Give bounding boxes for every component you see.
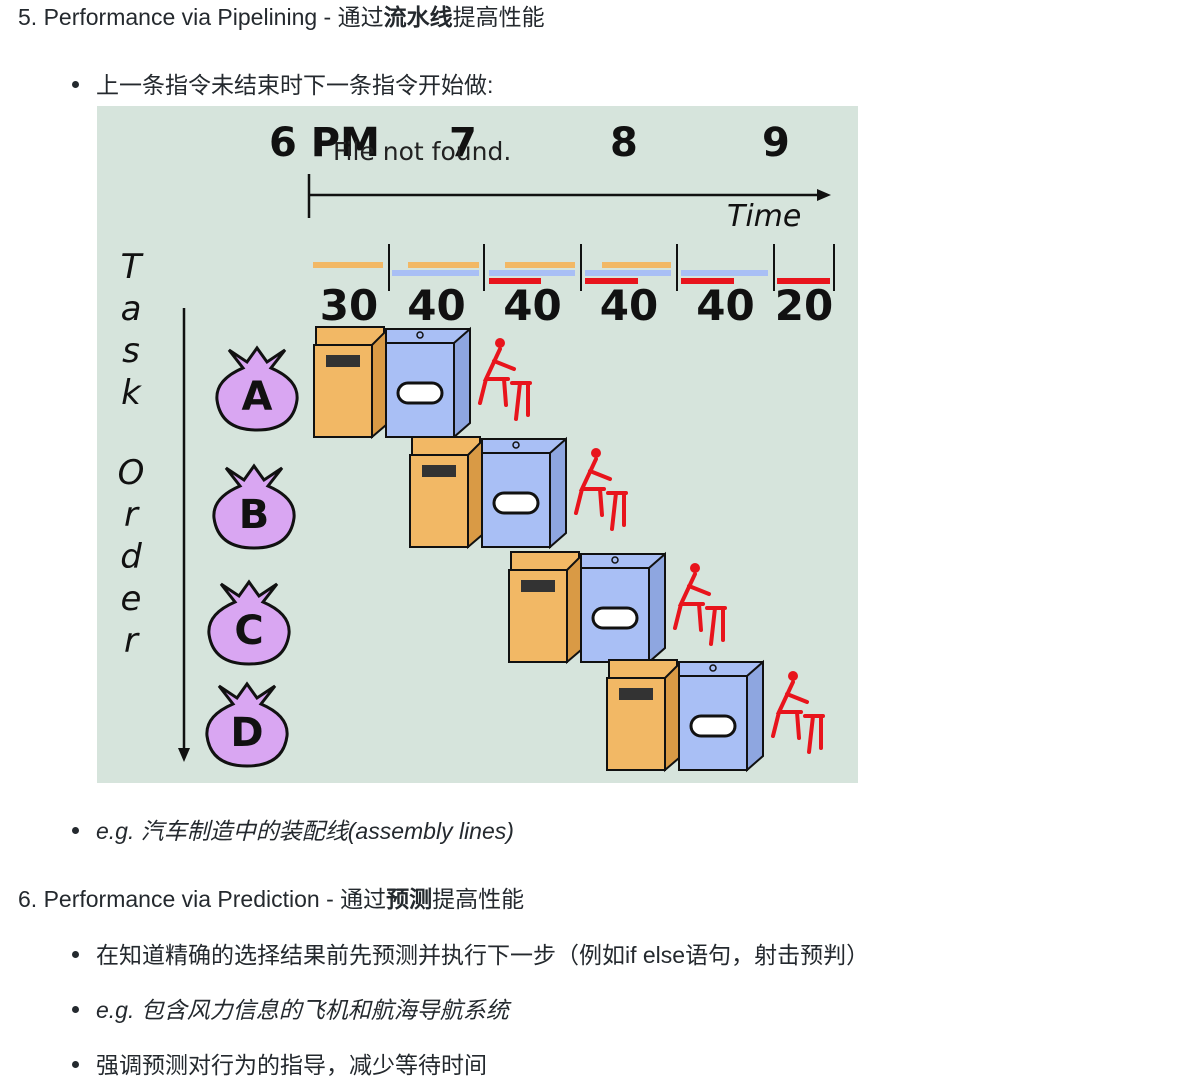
dryer-window [396,381,444,405]
section-5-title-suffix: 提高性能 [452,4,545,30]
section-6-title-bold: 预测 [386,886,433,912]
task-label-c: C [234,608,263,654]
pipelining-diagram: 30 40 40 40 40 20TaskOrderABCD 6 PM 7 8 9 Fil… [118,120,835,773]
section-5-bullet-1: 上一条指令未结束时下一条指令开始做: [72,69,493,101]
stage-duration-label: 30 [320,281,378,330]
bullet-dot [72,1006,79,1014]
broken-image-text: File not found. [333,137,511,166]
folder-person [673,572,727,646]
timeline-bar-1-0 [392,270,479,276]
time-label-8: 8 [610,120,638,166]
stage-duration-label: 40 [600,281,658,330]
task-order-letter: d [120,537,142,577]
folder-head [788,671,798,681]
task-a-row: A [215,326,532,440]
bullet-text: 包含风力信息的飞机和航海导航系统 [134,997,509,1023]
time-axis-arrowhead [817,189,831,201]
timeline-bar-0-0 [313,262,383,268]
task-b-row: B [212,436,628,550]
bullet-text: 强调预测对行为的指导，减少等待时间 [96,1052,487,1078]
time-label-9: 9 [762,120,790,166]
bullet-dot [72,827,79,835]
dryer-window [492,491,540,515]
bullet-dot [72,81,79,89]
washer-opening [619,688,653,700]
task-order-letter: O [118,453,145,493]
section-6-bullet-3: 强调预测对行为的指导，减少等待时间 [72,1049,487,1081]
folder-person [574,457,628,531]
section-5-title-bold: 流水线 [383,4,453,30]
washer-side [566,553,582,665]
section-6-number: 6. [18,886,38,912]
bullet-dot [72,1061,79,1069]
washer-side [664,661,680,773]
time-axis-label: Time [727,199,801,234]
bullet-dot [72,951,79,959]
task-order-letter: k [121,373,142,413]
stage-duration-label: 40 [503,281,561,330]
task-order-axis-arrowhead [178,748,190,762]
dryer-window [591,606,639,630]
task-order-letter: s [122,331,140,371]
task-c-row: C [207,551,727,666]
washer-opening [326,355,360,367]
washer-opening [422,465,456,477]
task-order-letter: T [121,247,144,287]
dryer-side [453,326,471,440]
stage-duration-label: 40 [696,281,754,330]
task-order-letter: e [121,579,142,619]
section-6-bullet-1: 在知道精确的选择结果前先预测并执行下一步（例如if else语句，射击预判） [72,939,869,971]
bullet-text: 上一条指令未结束时下一条指令开始做: [96,72,494,98]
task-d-row: D [205,659,825,773]
washer-opening [521,580,555,592]
section-6-bullet-2: e.g. 包含风力信息的飞机和航海导航系统 [72,994,509,1026]
timeline-bar-1-3 [681,270,768,276]
section-5-title-prefix: Performance via Pipelining - 通过 [43,4,384,30]
timeline-bar-1-2 [585,270,671,276]
folder-head [591,448,601,458]
task-label-a: A [242,374,273,420]
washer-side [371,328,387,440]
bullet-text: 在知道精确的选择结果前先预测并执行下一步（例如if else语句，射击预判） [96,942,870,968]
bullet-text: 汽车制造中的装配线(assembly lines) [134,818,514,844]
bullet-eg: e.g. [96,818,135,844]
dryer-window [689,714,737,738]
section-5-bullet-2: e.g. 汽车制造中的装配线(assembly lines) [72,815,514,847]
task-order-letter: a [121,289,142,329]
section-6-title-suffix: 提高性能 [432,886,525,912]
dryer-side [549,436,567,550]
timeline-bar-0-2 [505,262,575,268]
task-order-letter: r [124,495,140,535]
section-6-title-prefix: Performance via Prediction - 通过 [43,886,387,912]
bullet-eg: e.g. [96,997,135,1023]
section-6-heading: 6. Performance via Prediction - 通过预测提高性能 [18,883,524,915]
section-5-number: 5. [18,4,38,30]
dryer-side [648,551,666,665]
washer-side [467,438,483,550]
task-label-b: B [239,492,270,538]
pipelining-figure: 30 40 40 40 40 20 Ta s k Or d e r A B C D 6 PM 7 8 9 Fil… [97,106,858,783]
folder-head [495,338,505,348]
section-5-heading: 5. Performance via Pipelining - 通过流水线提高性… [18,1,545,33]
dryer-side [746,659,764,773]
folder-head [690,563,700,573]
task-label-d: D [230,710,263,756]
folder-person [478,347,532,421]
timeline-bar-1-1 [489,270,575,276]
stage-duration-label: 40 [407,281,465,330]
timeline-bar-0-3 [602,262,671,268]
folder-person [771,680,825,754]
task-order-letter: r [124,621,140,661]
timeline-bar-0-1 [408,262,479,268]
stage-duration-label: 20 [775,281,833,330]
